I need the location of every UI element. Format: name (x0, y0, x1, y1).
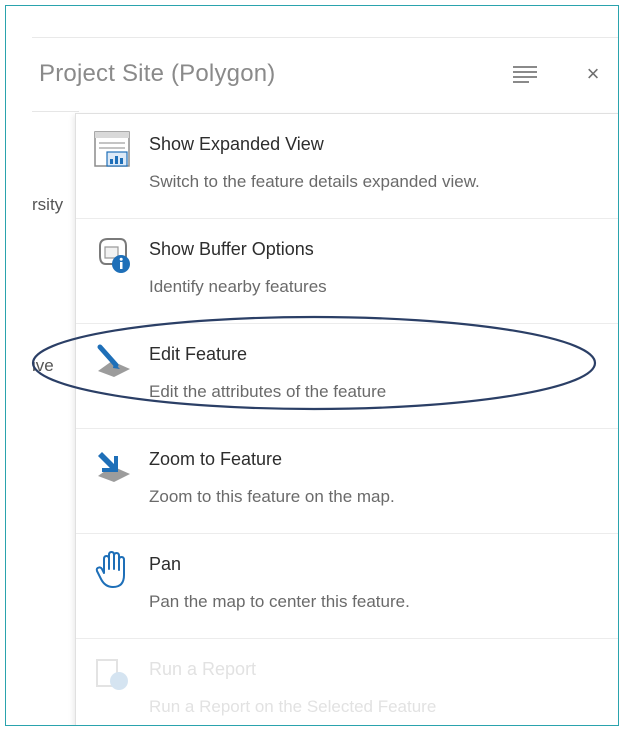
menu-item-description: Identify nearby features (149, 277, 327, 296)
panel-title: Project Site (Polygon) (39, 60, 276, 87)
close-icon[interactable]: × (581, 60, 605, 88)
screenshot-frame: Project Site (Polygon) × rsity ive Show … (5, 5, 619, 726)
menu-item-description: Zoom to this feature on the map. (149, 487, 395, 506)
menu-item-description: Pan the map to center this feature. (149, 592, 410, 611)
menu-item-show-expanded-view[interactable]: Show Expanded View Switch to the feature… (76, 114, 618, 219)
pan-hand-icon (95, 551, 125, 588)
background-content: rsity ive (32, 111, 79, 725)
menu-item-description: Edit the attributes of the feature (149, 382, 387, 401)
menu-item-label: Show Buffer Options (149, 239, 314, 259)
menu-item-pan[interactable]: Pan Pan the map to center this feature. (76, 534, 618, 639)
menu-item-label: Show Expanded View (149, 134, 324, 154)
edit-feature-icon (97, 344, 130, 377)
report-icon (96, 659, 128, 690)
expanded-view-icon (94, 131, 130, 167)
menu-item-show-buffer-options[interactable]: Show Buffer Options Identify nearby feat… (76, 219, 618, 324)
background-label: rsity (32, 195, 64, 214)
panel-header: Project Site (Polygon) × (32, 38, 618, 110)
menu-item-label: Pan (149, 554, 182, 574)
menu-item-zoom-to-feature[interactable]: Zoom to Feature Zoom to this feature on … (76, 429, 618, 534)
menu-lines-icon[interactable] (513, 65, 537, 85)
actions-menu: Show Expanded View Switch to the feature… (75, 113, 618, 725)
menu-item-run-report: Run a Report Run a Report on the Selecte… (76, 639, 618, 725)
menu-item-description: Run a Report on the Selected Feature (149, 697, 437, 716)
menu-item-edit-feature[interactable]: Edit Feature Edit the attributes of the … (76, 324, 618, 429)
buffer-options-icon (99, 238, 130, 273)
menu-item-description: Switch to the feature details expanded v… (149, 172, 480, 191)
menu-item-label: Zoom to Feature (149, 449, 283, 469)
menu-item-label: Edit Feature (149, 344, 248, 364)
background-label: ive (32, 356, 54, 375)
menu-item-label: Run a Report (149, 659, 257, 679)
feature-panel: Project Site (Polygon) × rsity ive Show … (32, 37, 618, 725)
zoom-feature-icon (98, 452, 130, 482)
